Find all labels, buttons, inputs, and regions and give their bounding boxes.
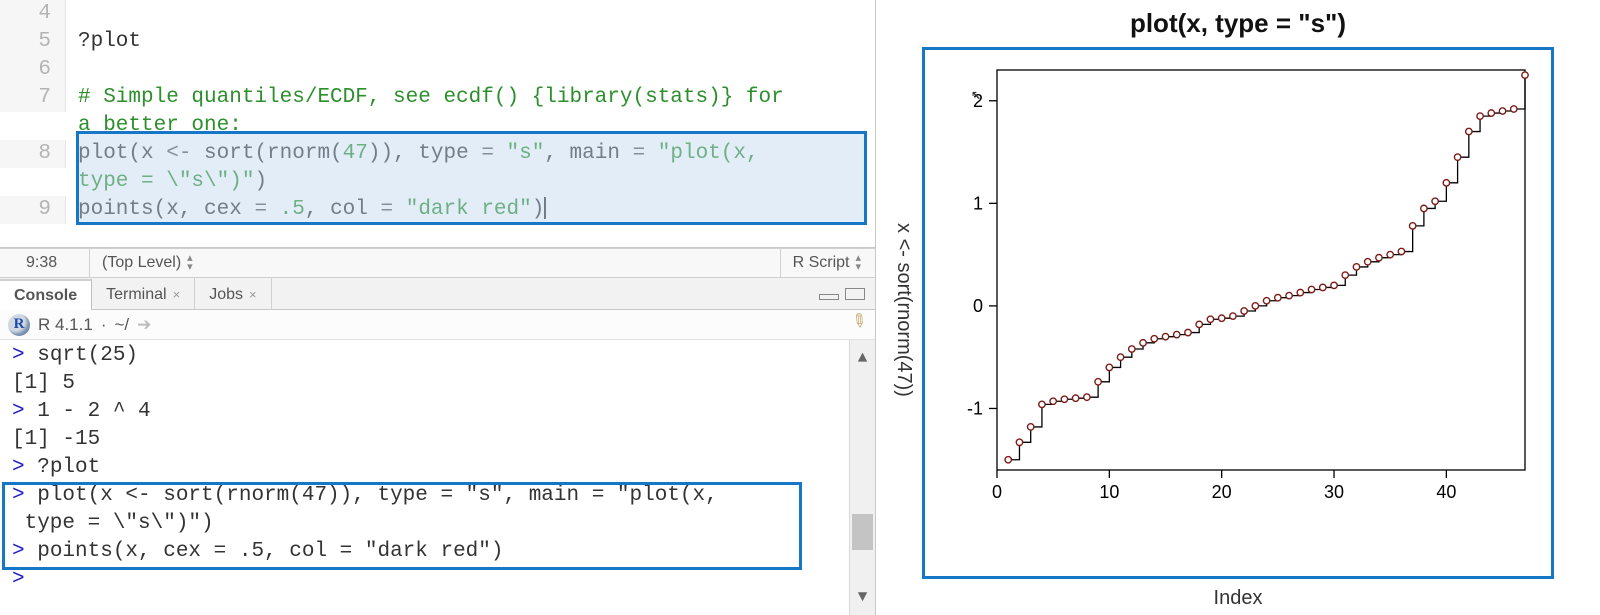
scroll-down-icon[interactable]: ▼ <box>858 579 868 615</box>
x-axis-label: Index <box>1214 587 1263 609</box>
tab-console[interactable]: Console <box>0 279 92 310</box>
svg-text:0: 0 <box>992 482 1002 502</box>
svg-text:30: 30 <box>1324 482 1344 502</box>
tab-terminal[interactable]: Terminal × <box>92 278 195 309</box>
tab-jobs[interactable]: Jobs × <box>195 278 271 309</box>
file-type-picker[interactable]: R Script ▴▾ <box>780 249 875 277</box>
y-axis-label: x <- sort(rnorm(47)) <box>893 223 915 397</box>
scroll-up-icon[interactable]: ▲ <box>858 340 868 376</box>
r-version: R 4.1.1 <box>38 315 93 335</box>
r-logo-icon: R <box>8 314 30 336</box>
minimize-icon[interactable] <box>819 294 839 300</box>
close-icon[interactable]: × <box>173 287 181 302</box>
console-tabs: Console Terminal × Jobs × <box>0 278 875 310</box>
scope-picker[interactable]: (Top Level) ▴▾ <box>90 254 780 272</box>
editor-status-bar: 9:38 (Top Level) ▴▾ R Script ▴▾ <box>0 248 875 278</box>
console-pane: Console Terminal × Jobs × R R 4.1.1 <box>0 278 875 615</box>
left-pane: 45?plot67# Simple quantiles/ECDF, see ec… <box>0 0 876 615</box>
arrow-right-icon[interactable]: ➔ <box>137 315 151 335</box>
scroll-thumb[interactable] <box>852 514 873 550</box>
plot-viewport[interactable]: ↖ 010203040-1012 <box>922 47 1554 579</box>
scrollbar[interactable]: ▲ ▼ <box>849 340 875 615</box>
pane-layout-icons[interactable] <box>819 288 875 300</box>
updown-icon: ▴▾ <box>855 254 861 272</box>
source-editor[interactable]: 45?plot67# Simple quantiles/ECDF, see ec… <box>0 0 875 248</box>
console-output[interactable]: > sqrt(25)[1] 5> 1 - 2 ^ 4[1] -15> ?plot… <box>0 340 875 615</box>
plot-title: plot(x, type = "s") <box>922 8 1554 39</box>
console-header: R R 4.1.1 · ~/ ➔ ✎ <box>0 310 875 340</box>
close-icon[interactable]: × <box>249 287 257 302</box>
workspace: 45?plot67# Simple quantiles/ECDF, see ec… <box>0 0 1600 615</box>
svg-text:40: 40 <box>1436 482 1456 502</box>
svg-text:0: 0 <box>973 296 983 316</box>
svg-text:1: 1 <box>973 193 983 213</box>
maximize-icon[interactable] <box>845 288 865 300</box>
svg-text:20: 20 <box>1212 482 1232 502</box>
svg-text:2: 2 <box>973 91 983 111</box>
working-directory: ~/ <box>114 315 129 335</box>
plot-canvas: 0 10 20 30 40 -1 0 1 2 <box>933 56 1543 526</box>
svg-text:10: 10 <box>1099 482 1119 502</box>
svg-text:-1: -1 <box>967 398 983 418</box>
plots-pane: plot(x, type = "s") ↖ 010203040-1012 x <… <box>876 0 1600 615</box>
updown-icon: ▴▾ <box>187 254 193 272</box>
clear-console-icon[interactable]: ✎ <box>846 308 875 340</box>
cursor-position: 9:38 <box>0 249 90 277</box>
